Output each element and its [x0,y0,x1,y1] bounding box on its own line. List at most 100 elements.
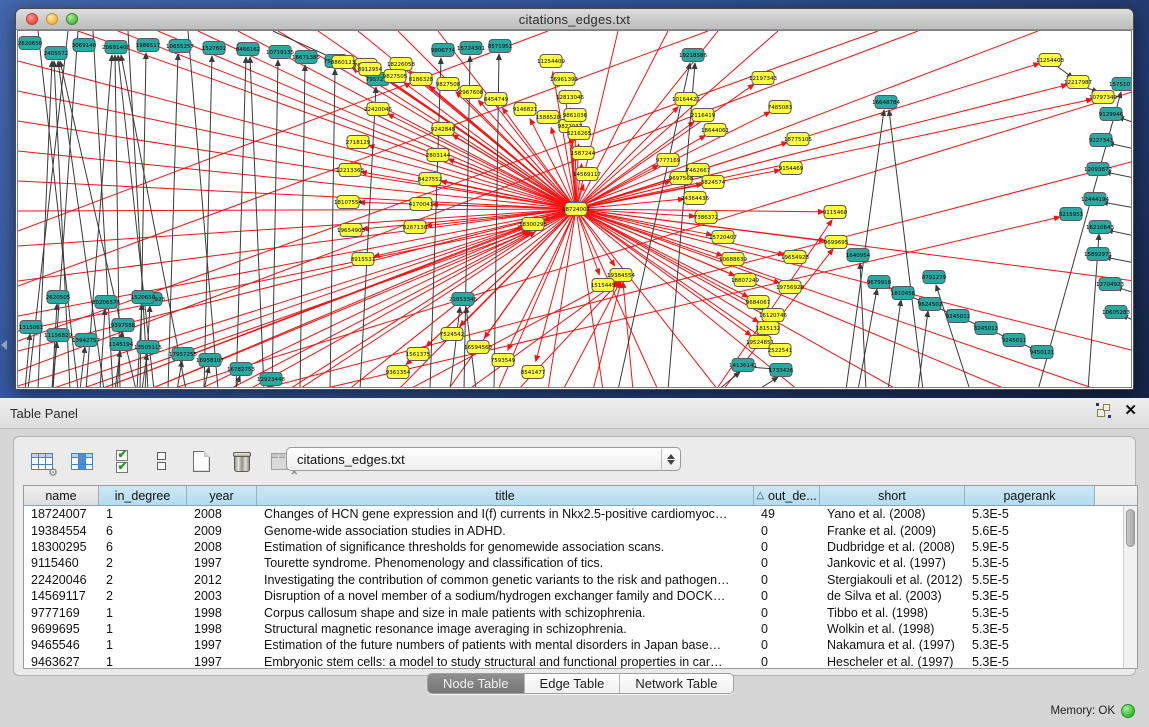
tab-node-table[interactable]: Node Table [428,674,525,693]
graph-node[interactable]: 10164427 [672,93,700,106]
graph-node[interactable]: 7386372 [694,211,719,224]
graph-node[interactable]: 1640954 [846,249,871,262]
row-height-icon[interactable] [148,448,175,475]
graph-node[interactable]: 15892971 [1084,248,1112,261]
graph-node[interactable]: 8860123 [331,56,356,69]
graph-node[interactable]: 7593549 [491,354,516,367]
vertical-scrollbar[interactable] [1123,506,1137,668]
graph-node[interactable]: 22420046 [364,103,392,116]
column-header-year[interactable]: year [187,486,257,505]
graph-node[interactable]: 11254408 [1036,54,1064,67]
graph-node[interactable]: 8186328 [409,73,434,86]
graph-node[interactable]: 10655257 [166,40,194,53]
graph-node[interactable]: 18226058 [387,58,415,71]
graph-node[interactable]: 7524542 [440,328,465,341]
graph-node[interactable]: 10688639 [719,253,747,266]
graph-node[interactable]: 1810458 [891,287,916,300]
graph-node[interactable]: 9129946 [1099,108,1124,121]
graph-node[interactable]: 9154469 [779,162,804,175]
graph-node[interactable]: 15724301 [457,42,485,55]
table-row[interactable]: 1938455462009Genome-wide association stu… [24,522,1123,538]
graph-node[interactable]: 9624502 [918,298,943,311]
graph-node[interactable]: 1515445 [591,279,616,292]
column-header-in_degree[interactable]: in_degree [99,486,187,505]
graph-node[interactable]: 18300295 [519,218,547,231]
table-row[interactable]: 1830029562008Estimation of significance … [24,539,1123,555]
graph-node[interactable]: 1527602 [202,42,227,55]
table-row[interactable]: 1456911722003Disruption of a novel membe… [24,588,1123,604]
graph-node[interactable]: 12923448 [257,373,285,386]
graph-node[interactable]: 18775105 [784,133,812,146]
minimize-window-button[interactable] [46,13,58,25]
graph-node[interactable]: 1733426 [769,364,794,377]
graph-node[interactable]: 2803144 [426,149,451,162]
graph-node[interactable]: 18107554 [334,196,362,209]
scrollbar-thumb[interactable] [1126,509,1135,547]
graph-node[interactable]: 9245011 [1002,334,1027,347]
graph-node[interactable]: 12093872 [1084,163,1112,176]
graph-node[interactable]: 15720407 [709,231,737,244]
graph-node[interactable]: 18724007 [562,203,590,216]
graph-node[interactable]: 2967608 [459,86,484,99]
graph-node[interactable]: 1815132 [756,322,781,335]
graph-node[interactable]: 1986517 [136,39,161,52]
select-columns-icon[interactable] [108,448,135,475]
graph-node[interactable]: 9684067 [746,296,771,309]
graph-node[interactable]: 8427552 [418,173,443,186]
graph-node[interactable]: 11156829 [44,329,72,342]
column-header-name[interactable]: name [24,486,99,505]
column-header-title[interactable]: title [257,486,754,505]
tab-edge-table[interactable]: Edge Table [525,674,621,693]
graph-node[interactable]: 12444194 [1081,193,1109,206]
graph-node[interactable]: 15751074 [1109,78,1132,91]
graph-node[interactable]: 10797349 [1089,91,1117,104]
graph-node[interactable]: 10605283 [1102,306,1130,319]
graph-node[interactable]: 9146821 [513,103,538,116]
graph-node[interactable]: 1145194 [109,338,134,351]
close-window-button[interactable] [26,13,38,25]
column-header-short[interactable]: short [820,486,965,505]
graph-node[interactable]: 8267130 [403,221,428,234]
float-panel-icon[interactable] [1097,404,1110,417]
zoom-window-button[interactable] [66,13,78,25]
close-panel-icon[interactable]: ✕ [1124,404,1137,417]
graph-node[interactable]: 9827508 [436,78,461,91]
graph-node[interactable]: 16958107 [196,354,224,367]
graph-node[interactable]: 18644061 [701,124,729,137]
graph-node[interactable]: 18807249 [731,274,759,287]
graph-node[interactable]: 2522541 [768,344,793,357]
graph-node[interactable]: 2718129 [346,136,371,149]
graph-node[interactable]: 2620650 [18,37,43,50]
graph-node[interactable]: 7462667 [686,164,711,177]
table-row[interactable]: 969969511998Structural magnetic resonanc… [24,621,1123,637]
graph-node[interactable]: 3069140 [72,39,97,52]
graph-node[interactable]: 20691406 [102,41,130,54]
network-canvas[interactable]: 262065024055723069140 20691406 1986517 1065… [17,30,1132,388]
show-column-icon[interactable] [68,448,95,475]
graph-node[interactable]: 2405572 [44,47,69,60]
graph-node[interactable]: 9450121 [1030,346,1055,359]
graph-node[interactable]: 1588520 [536,111,561,124]
table-row[interactable]: 977716911998Corpus callosum shape and si… [24,604,1123,620]
graph-node[interactable]: 13505115 [134,341,162,354]
graph-node[interactable]: 9115460 [823,206,848,219]
graph-node[interactable]: 1587244 [571,147,596,160]
graph-node[interactable]: 9699695 [824,236,849,249]
table-row[interactable]: 911546021997Tourette syndrome. Phenomeno… [24,555,1123,571]
column-header-out_de[interactable]: △out_de... [754,486,820,505]
graph-node[interactable]: 8466162 [236,43,261,56]
graph-node[interactable]: 12213363 [336,164,364,177]
graph-node[interactable]: 3824574 [701,176,726,189]
graph-node[interactable]: 8791279 [922,271,947,284]
graph-node[interactable]: 8912954 [358,63,383,76]
tab-network-table[interactable]: Network Table [620,674,732,693]
table-row[interactable]: 946362711997Embryonic stem cells: a mode… [24,654,1123,668]
graph-node[interactable]: 19218586 [679,49,707,62]
graph-node[interactable]: 24364436 [681,192,709,205]
graph-node[interactable]: 17957255 [169,348,197,361]
graph-node[interactable]: 19654903 [337,224,365,237]
graph-node[interactable]: 16594560 [464,341,492,354]
graph-node[interactable]: 20206576 [92,296,120,309]
table-row[interactable]: 1872400712008Changes of HCN gene express… [24,506,1123,522]
graph-node[interactable]: 8541477 [521,366,546,379]
